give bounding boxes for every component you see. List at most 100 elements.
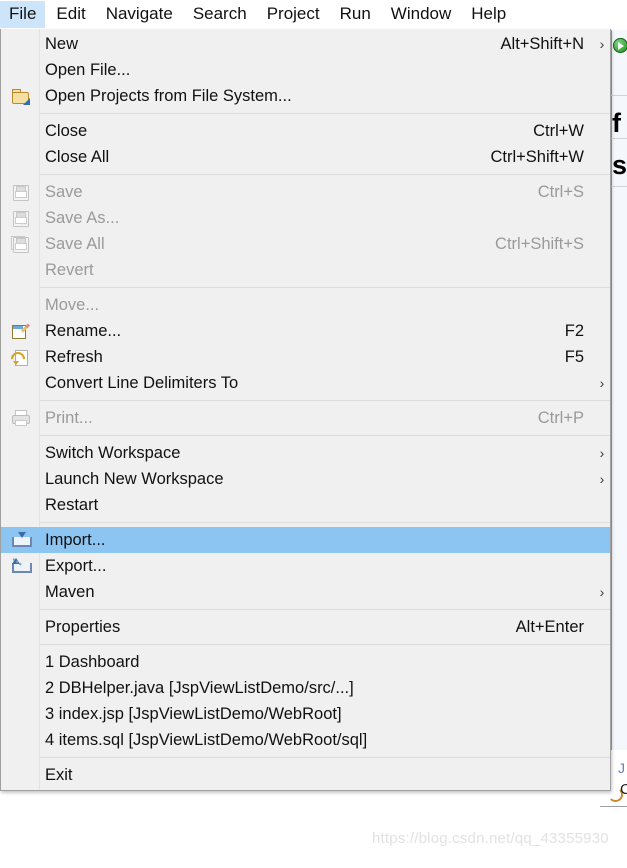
menu-item-shortcut: Ctrl+W (533, 122, 584, 140)
menu-item-4-items-sql-jspviewlistdemo-webroot-sql[interactable]: 4 items.sql [JspViewListDemo/WebRoot/sql… (1, 727, 610, 753)
menu-item-launch-new-workspace[interactable]: Launch New Workspace › (1, 466, 610, 492)
menu-separator (39, 174, 610, 175)
folder-import-icon (11, 88, 30, 105)
background-divider (611, 95, 627, 96)
menubar-item-help[interactable]: Help (462, 1, 515, 28)
menu-item-icon-slot (1, 649, 39, 675)
menu-item-icon-slot (1, 492, 39, 518)
menu-item-print: Print... Ctrl+P (1, 405, 610, 431)
menu-item-3-index-jsp-jspviewlistdemo-webroot[interactable]: 3 index.jsp [JspViewListDemo/WebRoot] (1, 701, 610, 727)
menu-item-icon-slot (1, 318, 39, 344)
menubar-item-navigate[interactable]: Navigate (97, 1, 182, 28)
menu-item-label: Revert (45, 261, 94, 279)
menu-separator (39, 609, 610, 610)
import-icon (11, 532, 32, 548)
menu-item-icon-slot (1, 231, 39, 257)
print-icon (11, 410, 30, 426)
menu-item-close[interactable]: Close Ctrl+W (1, 118, 610, 144)
chevron-right-icon: › (599, 471, 605, 487)
menu-item-label: Refresh (45, 348, 103, 366)
menu-item-icon-slot (1, 57, 39, 83)
menu-item-convert-line-delimiters-to[interactable]: Convert Line Delimiters To › (1, 370, 610, 396)
menu-item-label: Close (45, 122, 88, 140)
save-icon (11, 184, 29, 201)
menu-item-icon-slot (1, 675, 39, 701)
menu-item-icon-slot (1, 466, 39, 492)
menu-item-label: 1 Dashboard (45, 653, 140, 671)
menu-item-1-dashboard[interactable]: 1 Dashboard (1, 649, 610, 675)
menu-item-rename[interactable]: Rename... F2 (1, 318, 610, 344)
menubar-item-run[interactable]: Run (331, 1, 380, 28)
background-divider (611, 138, 627, 139)
menu-item-icon-slot (1, 579, 39, 605)
menu-item-label: Open Projects from File System... (45, 87, 292, 105)
menu-item-shortcut: Alt+Enter (515, 618, 584, 636)
menu-item-label: Save (45, 183, 83, 201)
menu-item-refresh[interactable]: Refresh F5 (1, 344, 610, 370)
menu-item-label: Exit (45, 766, 73, 784)
menu-item-switch-workspace[interactable]: Switch Workspace › (1, 440, 610, 466)
menubar-item-search[interactable]: Search (184, 1, 256, 28)
menu-item-icon-slot (1, 370, 39, 396)
menu-item-label: Switch Workspace (45, 444, 181, 462)
menu-separator (39, 435, 610, 436)
menu-item-2-dbhelper-java-jspviewlistdemo-src[interactable]: 2 DBHelper.java [JspViewListDemo/src/...… (1, 675, 610, 701)
menu-item-revert: Revert (1, 257, 610, 283)
menu-item-open-projects-from-file-system[interactable]: Open Projects from File System... (1, 83, 610, 109)
menu-separator (39, 113, 610, 114)
menu-item-label: Move... (45, 296, 100, 314)
refresh-icon (8, 349, 29, 369)
menu-item-icon-slot (1, 144, 39, 170)
menu-item-close-all[interactable]: Close All Ctrl+Shift+W (1, 144, 610, 170)
menu-item-move: Move... (1, 292, 610, 318)
menu-item-label: New (45, 35, 79, 53)
menu-separator (39, 644, 610, 645)
menubar-item-edit[interactable]: Edit (47, 1, 94, 28)
menu-item-label: Import... (45, 531, 106, 549)
background-heading-text-1: f (612, 108, 621, 138)
save-as-icon: ... (11, 210, 29, 227)
run-icon[interactable] (613, 38, 627, 53)
menu-item-icon-slot (1, 727, 39, 753)
menu-item-shortcut: F2 (564, 322, 584, 340)
menu-item-label: 2 DBHelper.java [JspViewListDemo/src/...… (45, 679, 354, 697)
menu-separator (39, 400, 610, 401)
menu-item-label: Maven (45, 583, 95, 601)
background-c-text: C (620, 781, 627, 798)
menu-item-icon-slot (1, 527, 39, 553)
menubar-item-project[interactable]: Project (258, 1, 329, 28)
menu-item-icon-slot (1, 440, 39, 466)
background-divider (611, 186, 627, 187)
menu-item-label: 4 items.sql [JspViewListDemo/WebRoot/sql… (45, 731, 368, 749)
menu-item-exit[interactable]: Exit (1, 762, 610, 788)
chevron-right-icon: › (599, 584, 605, 600)
menu-separator (39, 522, 610, 523)
menu-item-properties[interactable]: Properties Alt+Enter (1, 614, 610, 640)
menu-item-icon-slot (1, 405, 39, 431)
menu-item-label: Export... (45, 557, 107, 575)
menu-item-open-file[interactable]: Open File... (1, 57, 610, 83)
menu-item-icon-slot (1, 701, 39, 727)
menu-item-icon-slot (1, 344, 39, 370)
chevron-right-icon: › (599, 445, 605, 461)
menu-item-restart[interactable]: Restart (1, 492, 610, 518)
menu-item-shortcut: F5 (564, 348, 584, 366)
menu-item-export[interactable]: Export... (1, 553, 610, 579)
menu-item-label: Launch New Workspace (45, 470, 224, 488)
menu-item-new[interactable]: New Alt+Shift+N › (1, 31, 610, 57)
menu-item-label: Save As... (45, 209, 120, 227)
menu-item-shortcut: Ctrl+P (537, 409, 584, 427)
menu-item-label: Save All (45, 235, 105, 253)
menu-separator (39, 287, 610, 288)
menu-item-shortcut: Alt+Shift+N (500, 35, 584, 53)
chevron-right-icon: › (599, 36, 605, 52)
menu-item-maven[interactable]: Maven › (1, 579, 610, 605)
menu-item-shortcut: Ctrl+Shift+S (495, 235, 584, 253)
menu-item-label: Convert Line Delimiters To (45, 374, 239, 392)
menu-item-icon-slot: ... (1, 205, 39, 231)
menubar-item-file[interactable]: File (0, 0, 46, 28)
save-all-icon (11, 236, 29, 253)
menubar-item-window[interactable]: Window (382, 1, 460, 28)
menu-item-import[interactable]: Import... (1, 527, 610, 553)
menu-item-label: Open File... (45, 61, 131, 79)
